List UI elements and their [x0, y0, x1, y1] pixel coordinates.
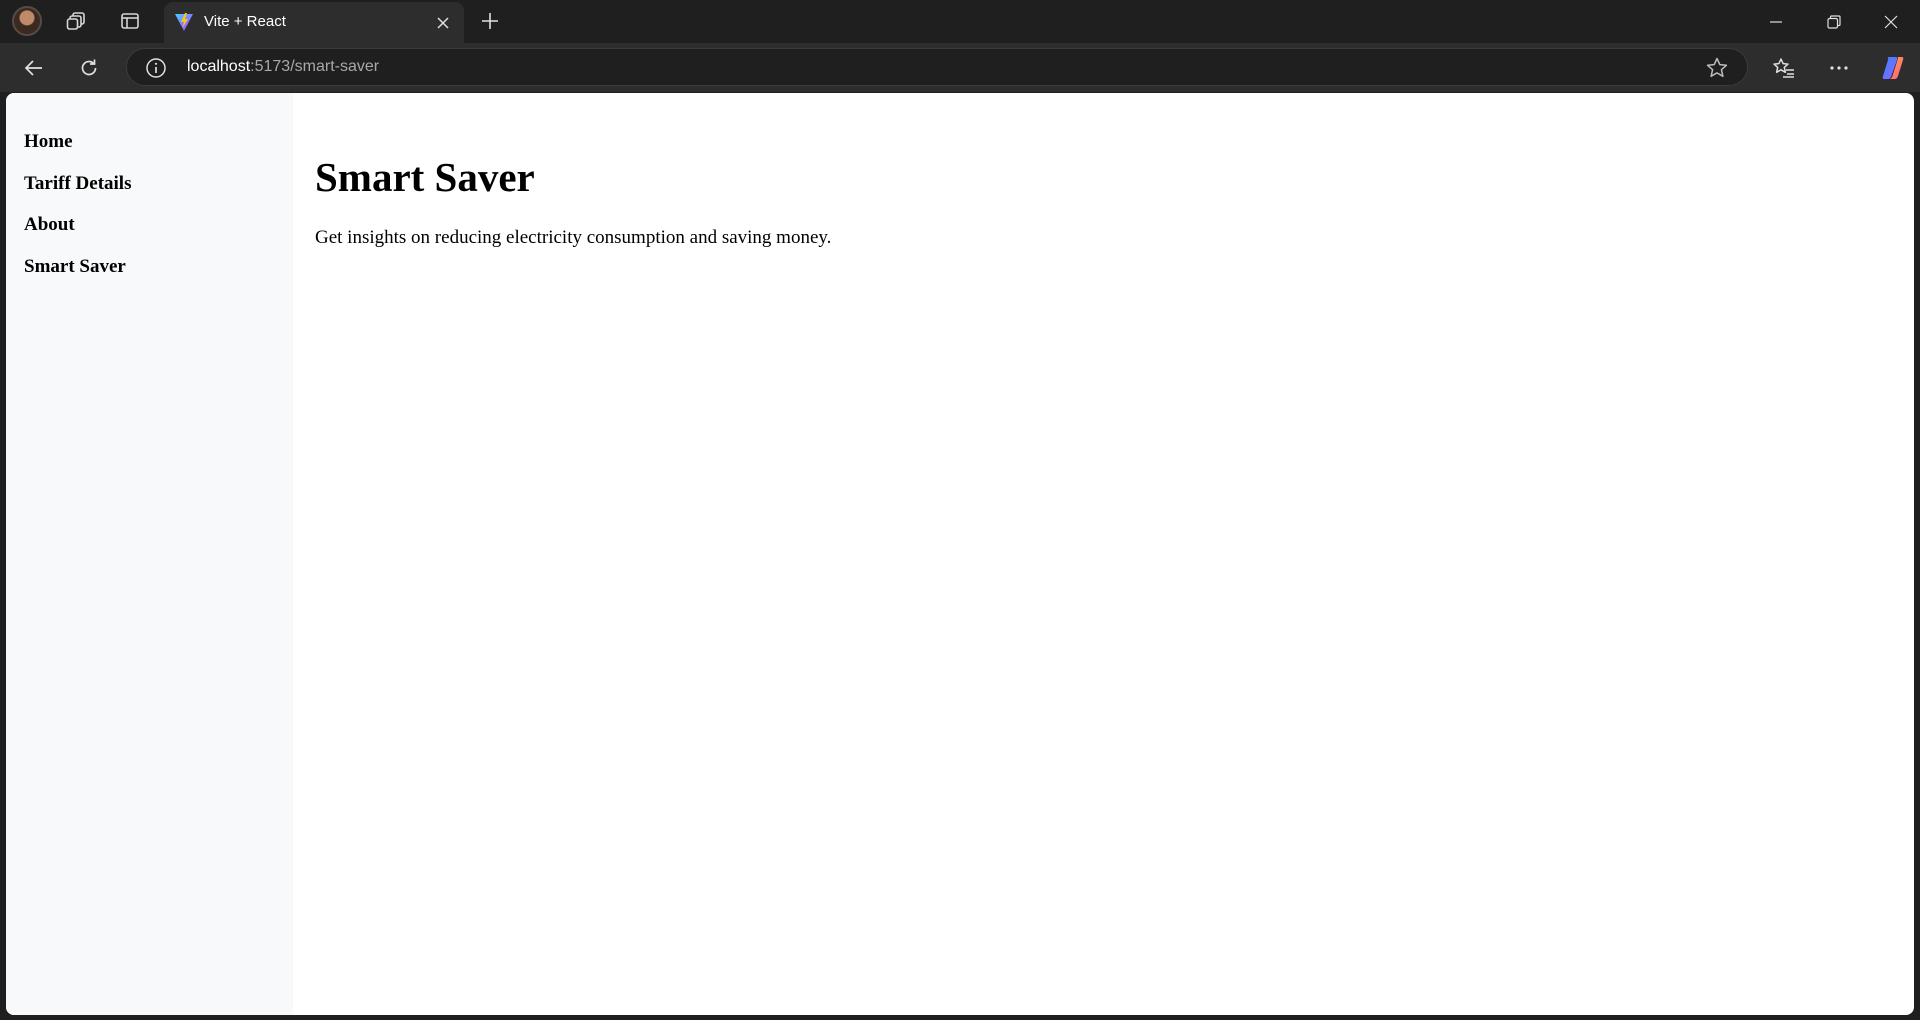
back-arrow-icon [24, 60, 42, 76]
main-content: Smart Saver Get insights on reducing ele… [293, 93, 1914, 1015]
close-window-button[interactable] [1862, 0, 1920, 43]
profile-button[interactable] [10, 6, 44, 36]
close-icon [1884, 15, 1898, 28]
info-icon[interactable] [145, 57, 167, 79]
sidebar-item-tariff-details[interactable]: Tariff Details [24, 173, 131, 195]
page-description: Get insights on reducing electricity con… [315, 227, 832, 248]
tab-strip: Vite + React [0, 0, 1920, 43]
url-text: localhost:5173/smart-saver [187, 58, 379, 76]
page-viewport: Home Tariff Details About Smart Saver Sm… [6, 93, 1914, 1015]
favorites-icon [1773, 58, 1794, 78]
minimize-icon [1770, 20, 1782, 23]
sidebar-item-smart-saver[interactable]: Smart Saver [24, 256, 126, 278]
vertical-tabs-button[interactable] [113, 6, 147, 36]
sidebar-item-about[interactable]: About [24, 214, 75, 236]
restore-icon [1827, 14, 1841, 29]
tab-title: Vite + React [204, 13, 286, 30]
restore-button[interactable] [1805, 0, 1863, 43]
avatar-icon [12, 6, 42, 36]
copilot-icon [1882, 57, 1904, 79]
new-tab-button[interactable] [474, 6, 506, 36]
refresh-button[interactable] [71, 50, 107, 86]
vertical-tabs-icon [121, 13, 139, 29]
workspaces-button[interactable] [60, 6, 94, 36]
copilot-button[interactable] [1875, 50, 1911, 86]
sidebar: Home Tariff Details About Smart Saver [6, 93, 293, 1015]
close-icon [437, 17, 449, 29]
more-icon [1830, 66, 1848, 70]
tab-active[interactable]: Vite + React [164, 2, 464, 43]
more-button[interactable] [1821, 50, 1857, 86]
sidebar-item-home[interactable]: Home [24, 131, 73, 153]
tab-close-button[interactable] [430, 10, 456, 36]
url-path: :5173/smart-saver [250, 58, 380, 75]
address-bar[interactable]: localhost:5173/smart-saver [126, 48, 1748, 86]
browser-toolbar: localhost:5173/smart-saver [0, 43, 1920, 92]
refresh-icon [81, 59, 97, 76]
favorites-button[interactable] [1766, 50, 1802, 86]
star-icon[interactable] [1705, 56, 1729, 80]
plus-icon [482, 13, 498, 29]
page-title: Smart Saver [315, 154, 535, 200]
vite-logo-icon [175, 13, 193, 31]
minimize-button[interactable] [1747, 0, 1805, 43]
back-button[interactable] [16, 50, 52, 86]
url-host: localhost [187, 58, 251, 75]
workspaces-icon [66, 12, 85, 30]
